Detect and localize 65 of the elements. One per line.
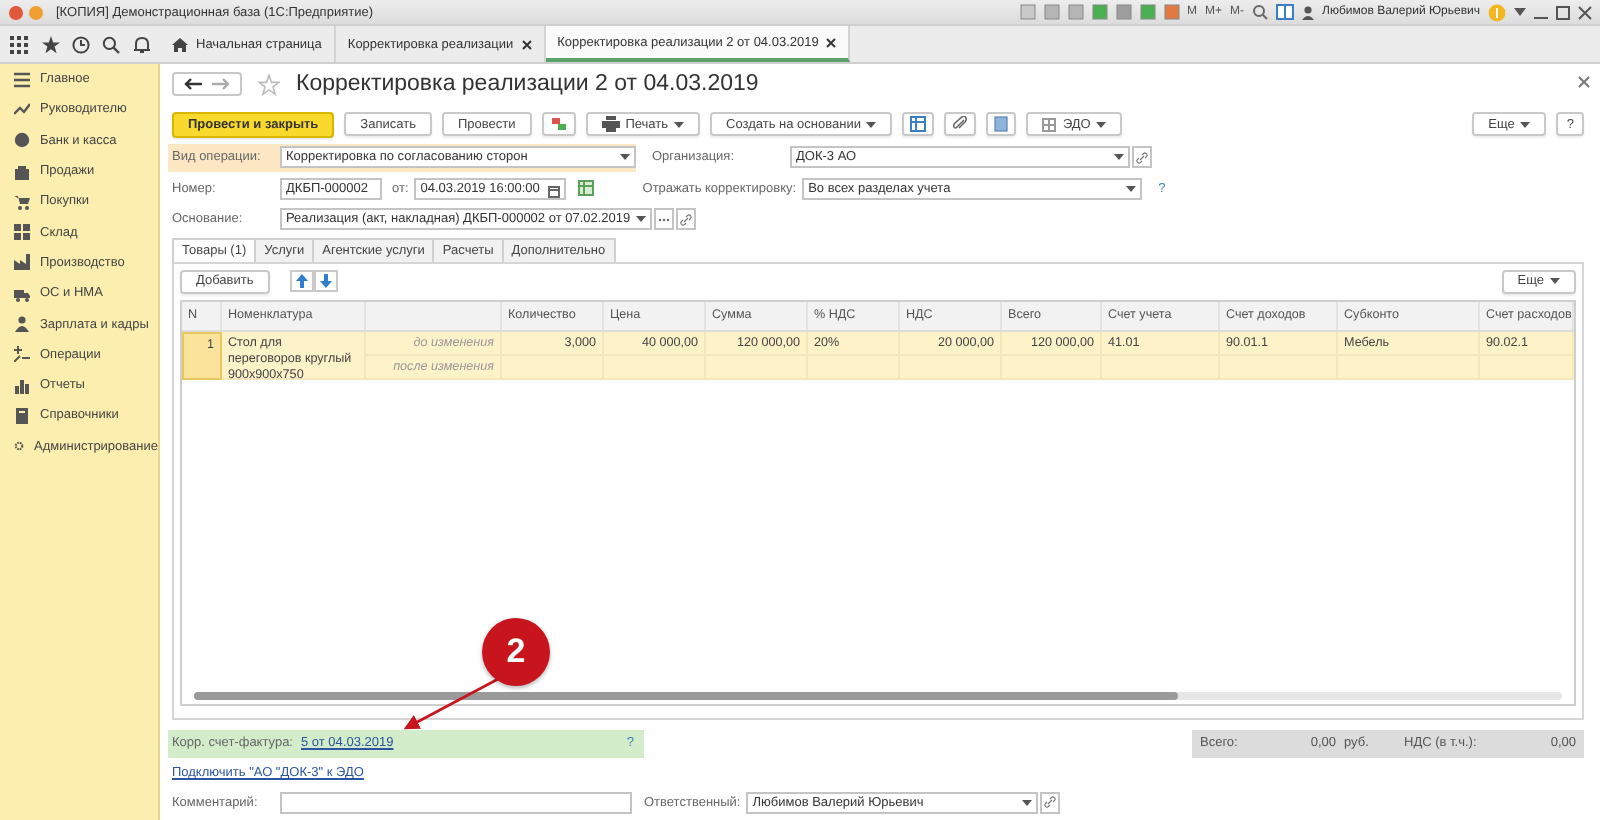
operations-icon (14, 346, 30, 363)
move-up-button[interactable] (289, 270, 314, 292)
chart-icon (14, 101, 30, 118)
document-button[interactable] (986, 112, 1017, 136)
select-button[interactable] (654, 208, 675, 230)
link-icon (1136, 151, 1148, 163)
user-icon (1302, 5, 1315, 19)
app-menu-icon[interactable] (8, 3, 48, 21)
star-icon[interactable] (258, 73, 280, 95)
table-icon (910, 116, 927, 132)
forward-arrow-icon[interactable] (212, 78, 230, 90)
caret-icon (1114, 154, 1124, 160)
structure-button[interactable] (902, 112, 935, 136)
navigation-buttons[interactable] (172, 72, 242, 96)
callout-badge: 2 (482, 618, 550, 686)
bag-icon (14, 163, 30, 180)
accounting-entries-button[interactable] (541, 112, 576, 136)
home-icon (172, 37, 188, 51)
star-icon[interactable] (41, 35, 60, 53)
caret-icon (674, 121, 685, 127)
open-link-button[interactable] (1040, 791, 1061, 813)
document-title: Корректировка реализации 2 от 04.03.2019 (296, 72, 759, 96)
pointer-arrow (403, 676, 501, 730)
entries-icon (549, 116, 568, 132)
truck-icon (14, 285, 30, 302)
horizontal-scrollbar[interactable] (194, 691, 1562, 699)
close-icon[interactable] (521, 39, 532, 49)
apps-grid-icon[interactable] (10, 35, 29, 53)
paperclip-icon (952, 116, 969, 132)
move-down-button[interactable] (313, 270, 338, 292)
caret-icon[interactable] (1514, 8, 1526, 16)
up-arrow-icon (295, 274, 308, 288)
bar-chart-icon (14, 377, 30, 394)
attachment-button[interactable] (944, 112, 977, 136)
gear-icon (14, 438, 25, 455)
caret-icon (866, 121, 877, 127)
maximize-icon[interactable] (1556, 5, 1570, 19)
bell-icon[interactable] (133, 35, 150, 53)
factory-icon (14, 254, 30, 271)
down-arrow-icon (319, 274, 332, 288)
link-icon (680, 213, 693, 225)
caret-icon (1022, 799, 1033, 805)
person-icon (14, 316, 30, 333)
cart-icon (14, 193, 30, 210)
history-icon[interactable] (71, 35, 90, 53)
close-icon[interactable] (826, 37, 837, 47)
comment-field[interactable] (280, 791, 632, 813)
open-link-button[interactable] (676, 208, 697, 230)
zoom-icon[interactable] (1252, 4, 1269, 20)
coin-icon (14, 132, 30, 149)
menu-icon (14, 71, 30, 88)
panel-icon[interactable] (1276, 4, 1295, 20)
back-arrow-icon[interactable] (184, 78, 202, 90)
caret-icon (1550, 278, 1560, 284)
caret-icon (1096, 121, 1107, 127)
table-icon[interactable] (578, 180, 595, 196)
caret-icon (1126, 185, 1137, 191)
search-icon[interactable] (102, 35, 121, 53)
close-icon[interactable] (1578, 5, 1592, 19)
link-icon (1044, 796, 1057, 808)
open-link-button[interactable] (1132, 146, 1152, 168)
caret-icon (620, 154, 630, 160)
book-icon (14, 407, 30, 424)
caret-icon (636, 216, 647, 222)
caret-icon (1520, 121, 1531, 127)
